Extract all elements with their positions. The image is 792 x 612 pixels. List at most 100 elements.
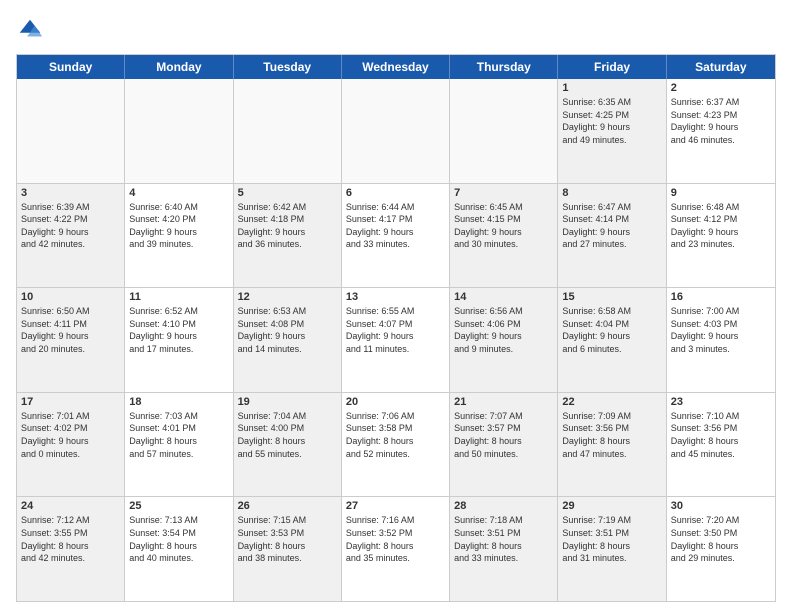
header-day-sunday: Sunday	[17, 55, 125, 79]
calendar-day-30: 30 Sunrise: 7:20 AM Sunset: 3:50 PM Dayli…	[667, 497, 775, 601]
calendar-day-26: 26 Sunrise: 7:15 AM Sunset: 3:53 PM Dayli…	[234, 497, 342, 601]
calendar-row: 24 Sunrise: 7:12 AM Sunset: 3:55 PM Dayli…	[17, 497, 775, 601]
day-info: Sunrise: 7:03 AM Sunset: 4:01 PM Dayligh…	[129, 410, 228, 460]
day-info: Sunrise: 6:47 AM Sunset: 4:14 PM Dayligh…	[562, 201, 661, 251]
calendar-day-22: 22 Sunrise: 7:09 AM Sunset: 3:56 PM Dayli…	[558, 393, 666, 497]
header-day-tuesday: Tuesday	[234, 55, 342, 79]
calendar-day-25: 25 Sunrise: 7:13 AM Sunset: 3:54 PM Dayli…	[125, 497, 233, 601]
calendar-day-17: 17 Sunrise: 7:01 AM Sunset: 4:02 PM Dayli…	[17, 393, 125, 497]
day-number: 7	[454, 187, 553, 199]
calendar-empty-cell	[450, 79, 558, 183]
calendar-row: 3 Sunrise: 6:39 AM Sunset: 4:22 PM Daylig…	[17, 184, 775, 289]
calendar-day-8: 8 Sunrise: 6:47 AM Sunset: 4:14 PM Daylig…	[558, 184, 666, 288]
calendar-row: 1 Sunrise: 6:35 AM Sunset: 4:25 PM Daylig…	[17, 79, 775, 184]
calendar-day-2: 2 Sunrise: 6:37 AM Sunset: 4:23 PM Daylig…	[667, 79, 775, 183]
day-info: Sunrise: 6:56 AM Sunset: 4:06 PM Dayligh…	[454, 305, 553, 355]
day-number: 8	[562, 187, 661, 199]
day-number: 16	[671, 291, 771, 303]
day-info: Sunrise: 7:09 AM Sunset: 3:56 PM Dayligh…	[562, 410, 661, 460]
day-info: Sunrise: 7:16 AM Sunset: 3:52 PM Dayligh…	[346, 514, 445, 564]
day-number: 30	[671, 500, 771, 512]
header-day-monday: Monday	[125, 55, 233, 79]
calendar-day-14: 14 Sunrise: 6:56 AM Sunset: 4:06 PM Dayli…	[450, 288, 558, 392]
day-info: Sunrise: 7:13 AM Sunset: 3:54 PM Dayligh…	[129, 514, 228, 564]
calendar-day-6: 6 Sunrise: 6:44 AM Sunset: 4:17 PM Daylig…	[342, 184, 450, 288]
day-number: 18	[129, 396, 228, 408]
day-number: 2	[671, 82, 771, 94]
calendar-empty-cell	[234, 79, 342, 183]
day-info: Sunrise: 7:06 AM Sunset: 3:58 PM Dayligh…	[346, 410, 445, 460]
day-number: 14	[454, 291, 553, 303]
day-info: Sunrise: 7:07 AM Sunset: 3:57 PM Dayligh…	[454, 410, 553, 460]
day-number: 5	[238, 187, 337, 199]
day-number: 4	[129, 187, 228, 199]
calendar-day-12: 12 Sunrise: 6:53 AM Sunset: 4:08 PM Dayli…	[234, 288, 342, 392]
day-info: Sunrise: 6:35 AM Sunset: 4:25 PM Dayligh…	[562, 96, 661, 146]
calendar-empty-cell	[17, 79, 125, 183]
day-number: 21	[454, 396, 553, 408]
calendar-empty-cell	[125, 79, 233, 183]
day-number: 1	[562, 82, 661, 94]
calendar-day-7: 7Sunrise: 6:45 AM Sunset: 4:15 PM Daylig…	[450, 184, 558, 288]
calendar-day-10: 10Sunrise: 6:50 AM Sunset: 4:11 PM Dayli…	[17, 288, 125, 392]
day-number: 19	[238, 396, 337, 408]
day-number: 23	[671, 396, 771, 408]
calendar-day-20: 20 Sunrise: 7:06 AM Sunset: 3:58 PM Dayli…	[342, 393, 450, 497]
day-info: Sunrise: 7:12 AM Sunset: 3:55 PM Dayligh…	[21, 514, 120, 564]
day-info: Sunrise: 6:40 AM Sunset: 4:20 PM Dayligh…	[129, 201, 228, 251]
calendar-day-23: 23 Sunrise: 7:10 AM Sunset: 3:56 PM Dayli…	[667, 393, 775, 497]
day-info: Sunrise: 6:48 AM Sunset: 4:12 PM Dayligh…	[671, 201, 771, 251]
day-info: Sunrise: 6:58 AM Sunset: 4:04 PM Dayligh…	[562, 305, 661, 355]
day-number: 26	[238, 500, 337, 512]
calendar-day-4: 4 Sunrise: 6:40 AM Sunset: 4:20 PM Daylig…	[125, 184, 233, 288]
day-number: 10	[21, 291, 120, 303]
header-day-thursday: Thursday	[450, 55, 558, 79]
calendar-day-16: 16 Sunrise: 7:00 AM Sunset: 4:03 PM Dayli…	[667, 288, 775, 392]
calendar-row: 17 Sunrise: 7:01 AM Sunset: 4:02 PM Dayli…	[17, 393, 775, 498]
day-number: 25	[129, 500, 228, 512]
day-number: 11	[129, 291, 228, 303]
day-number: 6	[346, 187, 445, 199]
day-number: 27	[346, 500, 445, 512]
day-number: 24	[21, 500, 120, 512]
calendar-day-28: 28 Sunrise: 7:18 AM Sunset: 3:51 PM Dayli…	[450, 497, 558, 601]
calendar-day-11: 11 Sunrise: 6:52 AM Sunset: 4:10 PM Dayli…	[125, 288, 233, 392]
calendar-day-9: 9Sunrise: 6:48 AM Sunset: 4:12 PM Daylig…	[667, 184, 775, 288]
calendar-body: 1 Sunrise: 6:35 AM Sunset: 4:25 PM Daylig…	[17, 79, 775, 601]
day-number: 22	[562, 396, 661, 408]
calendar-day-18: 18 Sunrise: 7:03 AM Sunset: 4:01 PM Dayli…	[125, 393, 233, 497]
calendar-day-15: 15Sunrise: 6:58 AM Sunset: 4:04 PM Dayli…	[558, 288, 666, 392]
day-info: Sunrise: 6:37 AM Sunset: 4:23 PM Dayligh…	[671, 96, 771, 146]
header-day-friday: Friday	[558, 55, 666, 79]
day-info: Sunrise: 7:20 AM Sunset: 3:50 PM Dayligh…	[671, 514, 771, 564]
logo	[16, 16, 48, 44]
day-info: Sunrise: 7:10 AM Sunset: 3:56 PM Dayligh…	[671, 410, 771, 460]
day-number: 12	[238, 291, 337, 303]
day-number: 3	[21, 187, 120, 199]
day-number: 13	[346, 291, 445, 303]
day-number: 20	[346, 396, 445, 408]
day-info: Sunrise: 6:53 AM Sunset: 4:08 PM Dayligh…	[238, 305, 337, 355]
day-info: Sunrise: 7:00 AM Sunset: 4:03 PM Dayligh…	[671, 305, 771, 355]
calendar-header: SundayMondayTuesdayWednesdayThursdayFrid…	[17, 55, 775, 79]
day-info: Sunrise: 7:04 AM Sunset: 4:00 PM Dayligh…	[238, 410, 337, 460]
day-info: Sunrise: 7:15 AM Sunset: 3:53 PM Dayligh…	[238, 514, 337, 564]
day-info: Sunrise: 7:01 AM Sunset: 4:02 PM Dayligh…	[21, 410, 120, 460]
day-info: Sunrise: 6:39 AM Sunset: 4:22 PM Dayligh…	[21, 201, 120, 251]
day-info: Sunrise: 7:18 AM Sunset: 3:51 PM Dayligh…	[454, 514, 553, 564]
calendar-row: 10Sunrise: 6:50 AM Sunset: 4:11 PM Dayli…	[17, 288, 775, 393]
day-info: Sunrise: 6:55 AM Sunset: 4:07 PM Dayligh…	[346, 305, 445, 355]
header-day-saturday: Saturday	[667, 55, 775, 79]
day-number: 17	[21, 396, 120, 408]
day-info: Sunrise: 6:52 AM Sunset: 4:10 PM Dayligh…	[129, 305, 228, 355]
calendar-day-19: 19 Sunrise: 7:04 AM Sunset: 4:00 PM Dayli…	[234, 393, 342, 497]
day-info: Sunrise: 6:44 AM Sunset: 4:17 PM Dayligh…	[346, 201, 445, 251]
calendar-day-3: 3 Sunrise: 6:39 AM Sunset: 4:22 PM Daylig…	[17, 184, 125, 288]
calendar-day-27: 27 Sunrise: 7:16 AM Sunset: 3:52 PM Dayli…	[342, 497, 450, 601]
calendar-day-29: 29Sunrise: 7:19 AM Sunset: 3:51 PM Dayli…	[558, 497, 666, 601]
day-number: 28	[454, 500, 553, 512]
day-info: Sunrise: 6:42 AM Sunset: 4:18 PM Dayligh…	[238, 201, 337, 251]
day-info: Sunrise: 7:19 AM Sunset: 3:51 PM Dayligh…	[562, 514, 661, 564]
logo-icon	[16, 16, 44, 44]
calendar-day-1: 1 Sunrise: 6:35 AM Sunset: 4:25 PM Daylig…	[558, 79, 666, 183]
